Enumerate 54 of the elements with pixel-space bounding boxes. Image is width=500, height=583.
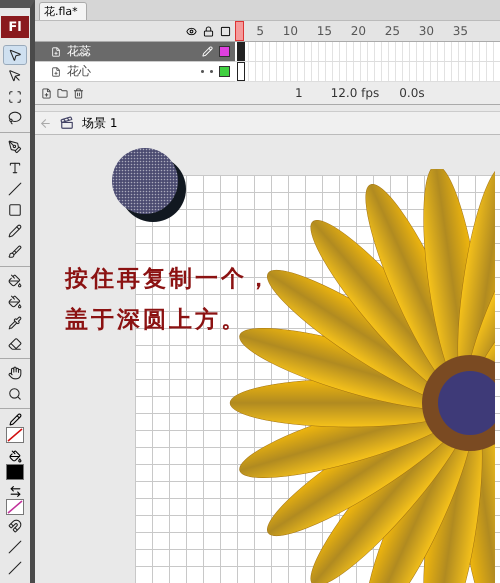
text-icon	[8, 161, 22, 175]
fill-bucket-icon	[8, 450, 22, 463]
eye-icon[interactable]	[186, 26, 197, 36]
layer-row[interactable]: 花蕊	[35, 42, 235, 62]
line-icon	[8, 182, 22, 196]
search-icon	[8, 387, 22, 401]
pointer-icon	[8, 69, 22, 83]
lasso-icon	[8, 111, 22, 125]
rectangle-icon	[8, 203, 22, 217]
arrow-tool[interactable]	[3, 45, 27, 65]
bucket-icon	[8, 274, 22, 288]
scene-label[interactable]: 场景 1	[82, 114, 118, 132]
frame-number: 30	[418, 24, 435, 38]
pen-icon	[8, 140, 22, 154]
new-layer-icon[interactable]	[41, 88, 52, 98]
document-tab[interactable]: 花.fla*	[39, 2, 87, 20]
frame-number: 25	[384, 24, 401, 38]
caption-text: 盖于深圆上方。	[65, 306, 248, 334]
caption-text: 按住再复制一个，	[65, 265, 273, 293]
frame-number: 15	[316, 24, 333, 38]
clapperboard-icon	[60, 116, 74, 130]
swap-colors-icon[interactable]	[8, 485, 22, 498]
current-frame: 1	[295, 86, 303, 100]
lock-icon[interactable]	[203, 26, 214, 36]
keyframe[interactable]	[237, 62, 245, 81]
pencil-icon	[202, 46, 213, 57]
outline-icon[interactable]	[220, 26, 231, 36]
folder-icon[interactable]	[57, 88, 68, 98]
hand-icon	[8, 366, 22, 380]
arrow-icon	[8, 48, 22, 62]
bucket-icon	[8, 295, 22, 309]
layer-row[interactable]: 花心	[35, 62, 235, 82]
frame-number: 5	[255, 24, 265, 38]
pencil-icon	[8, 224, 22, 238]
stroke-pencil-icon	[8, 413, 22, 426]
eyedropper-icon	[8, 316, 22, 330]
layer-icon	[51, 46, 61, 56]
magnet-icon	[8, 519, 22, 533]
stroke-color-swatch[interactable]	[6, 427, 24, 443]
no-color-swatch[interactable]	[6, 499, 24, 515]
frame-number: 20	[350, 24, 367, 38]
transform-icon	[8, 90, 22, 104]
brush-icon	[8, 245, 22, 259]
app-logo: Fl	[1, 16, 29, 38]
eraser-icon	[8, 337, 22, 351]
layer-color-swatch[interactable]	[219, 46, 230, 57]
trash-icon[interactable]	[73, 88, 84, 98]
frame-number: 35	[452, 24, 469, 38]
layer-color-swatch[interactable]	[219, 66, 230, 77]
fill-color-swatch[interactable]	[6, 464, 24, 480]
elapsed-time: 0.0s	[399, 86, 425, 100]
layer-icon	[51, 66, 61, 76]
frame-rate: 12.0 fps	[330, 86, 380, 100]
frame-number: 10	[282, 24, 299, 38]
